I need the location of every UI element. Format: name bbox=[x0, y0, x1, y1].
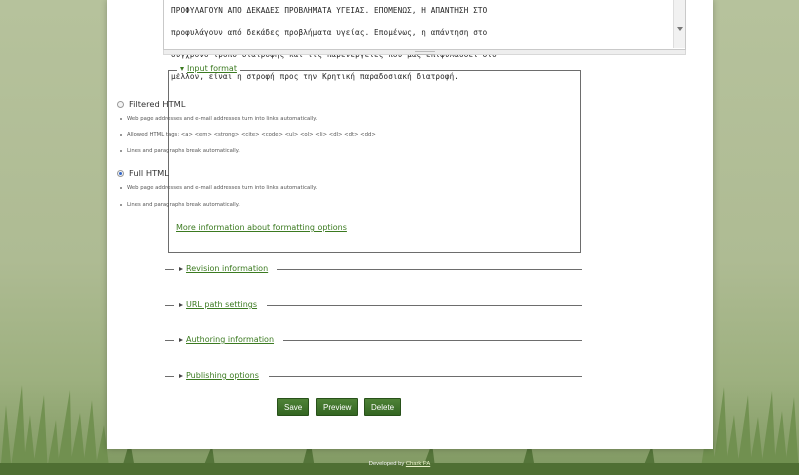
authoring-information-legend[interactable]: Authoring information bbox=[178, 335, 276, 344]
publishing-options-fieldset: Publishing options bbox=[165, 371, 582, 381]
expand-triangle-icon bbox=[179, 302, 183, 307]
publishing-options-legend[interactable]: Publishing options bbox=[178, 371, 260, 380]
revision-information-link[interactable]: Revision information bbox=[186, 264, 268, 273]
filtered-html-label: Filtered HTML bbox=[129, 99, 186, 109]
revision-information-fieldset: Revision information bbox=[165, 264, 582, 274]
scroll-down-arrow-icon[interactable] bbox=[677, 27, 683, 31]
body-textarea[interactable]: ΠΡΟΦΥΛΑΓΟΥΝ ΑΠΟ ΔΕΚΑΔΕΣ ΠΡΟΒΛΗΜΑΤΑ ΥΓΕΙΑ… bbox=[163, 0, 686, 81]
textarea-scrollbar[interactable] bbox=[673, 0, 685, 48]
url-path-settings-fieldset: URL path settings bbox=[165, 300, 582, 310]
url-path-settings-legend[interactable]: URL path settings bbox=[178, 300, 259, 309]
preview-button[interactable]: Preview bbox=[316, 398, 359, 416]
footer-prefix: Developed by bbox=[368, 461, 405, 467]
full-html-radio[interactable] bbox=[117, 169, 124, 177]
formatting-options-link[interactable]: More information about formatting option… bbox=[176, 223, 347, 232]
expand-triangle-icon bbox=[179, 373, 183, 378]
revision-information-legend[interactable]: Revision information bbox=[178, 264, 270, 273]
expand-triangle-icon bbox=[179, 266, 183, 271]
textarea-line: ΠΡΟΦΥΛΑΓΟΥΝ ΑΠΟ ΔΕΚΑΔΕΣ ΠΡΟΒΛΗΜΑΤΑ ΥΓΕΙΑ… bbox=[171, 6, 488, 15]
url-path-settings-link[interactable]: URL path settings bbox=[186, 300, 257, 309]
authoring-information-fieldset: Authoring information bbox=[165, 335, 582, 345]
format-tip: Lines and paragraphs break automatically… bbox=[120, 202, 240, 208]
format-tip: Lines and paragraphs break automatically… bbox=[120, 148, 240, 154]
save-button[interactable]: Save bbox=[277, 398, 310, 416]
publishing-options-link[interactable]: Publishing options bbox=[186, 371, 259, 380]
format-tip: Web page addresses and e-mail addresses … bbox=[120, 116, 317, 122]
authoring-information-link[interactable]: Authoring information bbox=[186, 335, 274, 344]
full-html-option[interactable]: Full HTML bbox=[117, 168, 169, 178]
delete-button[interactable]: Delete bbox=[364, 398, 402, 416]
textarea-line: προφυλάγουν από δεκάδες προβλήματα υγεία… bbox=[171, 28, 488, 37]
expand-triangle-icon bbox=[179, 337, 183, 342]
footer-developer-link[interactable]: Chark PA bbox=[406, 461, 430, 467]
textarea-resize-grip[interactable] bbox=[163, 50, 686, 55]
footer-credit: Developed by Chark PA bbox=[0, 461, 799, 467]
collapse-triangle-icon bbox=[180, 66, 184, 71]
filtered-html-radio[interactable] bbox=[117, 100, 124, 108]
filtered-html-option[interactable]: Filtered HTML bbox=[117, 99, 185, 109]
input-format-legend[interactable]: Input format bbox=[177, 64, 240, 73]
format-tip: Web page addresses and e-mail addresses … bbox=[120, 185, 317, 191]
input-format-toggle-link[interactable]: Input format bbox=[187, 64, 237, 73]
format-tip: Allowed HTML tags: <a> <em> <strong> <ci… bbox=[120, 132, 376, 138]
full-html-label: Full HTML bbox=[129, 168, 169, 178]
